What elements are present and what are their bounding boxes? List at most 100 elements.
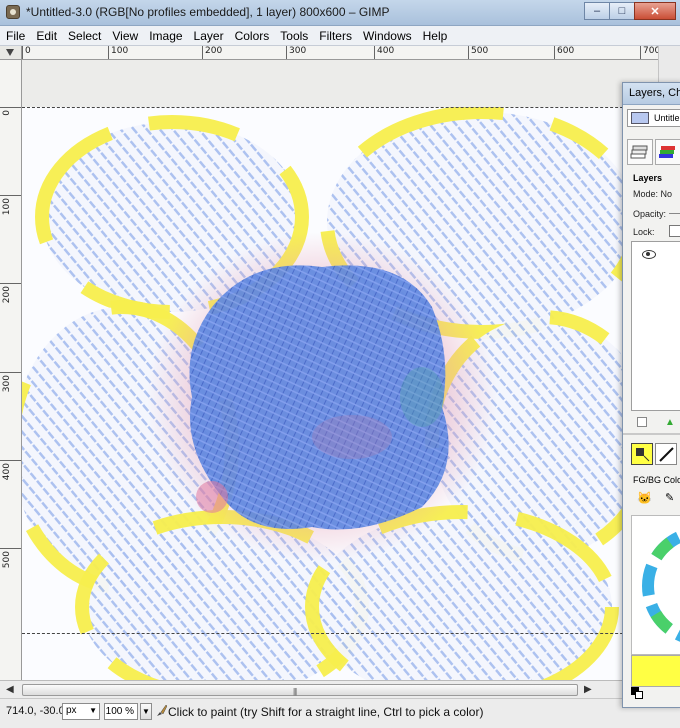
maximize-button[interactable]: □ xyxy=(609,2,635,20)
layers-dock: Layers, Cha Untitle Layers Mode: No Opac… xyxy=(622,82,680,708)
ruler-label: 300 xyxy=(289,46,307,56)
lock-label: Lock: xyxy=(633,227,655,237)
ruler-label: 200 xyxy=(2,286,12,304)
ruler-label: 200 xyxy=(205,46,223,56)
vertical-ruler[interactable]: 0 100 200 300 400 500 xyxy=(0,60,22,680)
close-button[interactable]: ✕ xyxy=(634,2,676,20)
painting-canvas[interactable] xyxy=(22,107,622,693)
layers-icon xyxy=(630,145,648,159)
ruler-tick xyxy=(22,46,23,59)
ruler-label: 500 xyxy=(471,46,489,56)
ruler-label: 100 xyxy=(111,46,129,56)
ruler-tick xyxy=(554,46,555,59)
menu-help[interactable]: Help xyxy=(423,29,448,43)
menu-layer[interactable]: Layer xyxy=(194,29,224,43)
color-wheel[interactable] xyxy=(631,515,680,655)
channels-icon xyxy=(659,146,675,158)
quick-mask-toggle[interactable] xyxy=(0,46,22,60)
layers-section-title: Layers xyxy=(633,173,663,183)
ruler-label: 0 xyxy=(25,46,31,56)
ruler-tick xyxy=(0,548,21,549)
ruler-label: 100 xyxy=(2,198,12,216)
eye-icon[interactable] xyxy=(642,250,656,259)
pink-dab xyxy=(196,481,228,513)
menu-tools[interactable]: Tools xyxy=(280,29,308,43)
menu-view[interactable]: View xyxy=(112,29,138,43)
minimize-button[interactable]: – xyxy=(584,2,610,20)
dock-separator[interactable] xyxy=(623,433,680,435)
status-bar: 714.0, -30.0 px ▼ 100 % ▼ Click to paint… xyxy=(0,698,680,728)
lock-checkbox[interactable] xyxy=(669,225,680,237)
menu-image[interactable]: Image xyxy=(149,29,182,43)
foreground-color-swatch[interactable] xyxy=(631,655,680,687)
dock-title[interactable]: Layers, Cha xyxy=(623,83,680,105)
image-thumbnail xyxy=(631,112,649,124)
ruler-tick xyxy=(286,46,287,59)
unit-value: px xyxy=(66,705,77,716)
chevron-down-icon: ▼ xyxy=(89,706,97,715)
purple-accent xyxy=(312,415,392,459)
tab-channels[interactable] xyxy=(655,139,680,165)
color-swatch-icon xyxy=(636,448,650,462)
tab-brushes[interactable] xyxy=(655,443,677,465)
ruler-tick xyxy=(640,46,641,59)
menu-filters[interactable]: Filters xyxy=(319,29,352,43)
zoom-dropdown-button[interactable]: ▼ xyxy=(140,703,152,720)
ruler-tick xyxy=(0,195,21,196)
gimp-app-icon[interactable] xyxy=(6,5,20,19)
fgbg-color-label: FG/BG Colo xyxy=(633,475,680,485)
zoom-input[interactable]: 100 % xyxy=(104,703,138,720)
ruler-tick xyxy=(468,46,469,59)
ruler-tick xyxy=(108,46,109,59)
window-controls: – □ ✕ xyxy=(584,2,676,20)
pointer-coordinates: 714.0, -30.0 xyxy=(6,705,65,717)
scrollbar-thumb[interactable]: ||| xyxy=(22,684,578,696)
mode-value[interactable]: No xyxy=(661,189,673,199)
ruler-label: 0 xyxy=(2,110,12,116)
scroll-left-arrow-icon[interactable]: ◀ xyxy=(6,684,14,695)
cat-icon[interactable]: 🐱 xyxy=(637,491,652,505)
ruler-label: 500 xyxy=(2,551,12,569)
ruler-label: 300 xyxy=(2,375,12,393)
ruler-tick xyxy=(0,107,21,108)
ruler-label: 400 xyxy=(377,46,395,56)
image-selector[interactable]: Untitle xyxy=(627,109,680,127)
scroll-right-arrow-icon[interactable]: ▶ xyxy=(584,684,592,695)
opacity-slider[interactable] xyxy=(669,213,680,214)
tab-fg-bg-color[interactable] xyxy=(631,443,653,465)
tool-tabs xyxy=(631,443,679,465)
raise-layer-icon[interactable]: ▲ xyxy=(665,417,675,428)
menu-bar: File Edit Select View Image Layer Colors… xyxy=(0,26,680,46)
image-selector-label: Untitle xyxy=(654,113,680,123)
brush-icon xyxy=(659,447,674,462)
ruler-tick xyxy=(202,46,203,59)
teal-accent xyxy=(400,367,444,427)
opacity-label: Opacity: xyxy=(633,209,667,219)
image-canvas-area[interactable] xyxy=(22,60,658,693)
menu-colors[interactable]: Colors xyxy=(235,29,270,43)
ruler-tick xyxy=(0,460,21,461)
ruler-label: 600 xyxy=(557,46,575,56)
dock-tabs xyxy=(627,139,680,165)
mode-label: Mode: No xyxy=(633,189,672,199)
menu-windows[interactable]: Windows xyxy=(363,29,412,43)
menu-edit[interactable]: Edit xyxy=(36,29,57,43)
unit-dropdown[interactable]: px ▼ xyxy=(62,703,100,720)
new-layer-icon[interactable] xyxy=(637,417,647,427)
ruler-label: 400 xyxy=(2,463,12,481)
ruler-tick xyxy=(374,46,375,59)
horizontal-ruler[interactable]: 0 100 200 300 400 500 600 700 xyxy=(22,46,660,60)
menu-select[interactable]: Select xyxy=(68,29,101,43)
status-message: Click to paint (try Shift for a straight… xyxy=(168,705,484,719)
tab-layers[interactable] xyxy=(627,139,653,165)
default-colors-icon[interactable] xyxy=(631,687,643,699)
ruler-tick xyxy=(0,283,21,284)
mode-label-text: Mode: xyxy=(633,189,659,199)
ruler-tick xyxy=(0,372,21,373)
scrollbar-grip-icon: ||| xyxy=(293,687,297,696)
menu-file[interactable]: File xyxy=(6,29,25,43)
color-picker-icon[interactable]: ✎ xyxy=(665,491,674,504)
layers-list[interactable] xyxy=(631,241,680,411)
window-title: *Untitled-3.0 (RGB[No profiles embedded]… xyxy=(26,5,390,19)
horizontal-scrollbar[interactable]: ◀ ||| ▶ xyxy=(0,680,680,698)
